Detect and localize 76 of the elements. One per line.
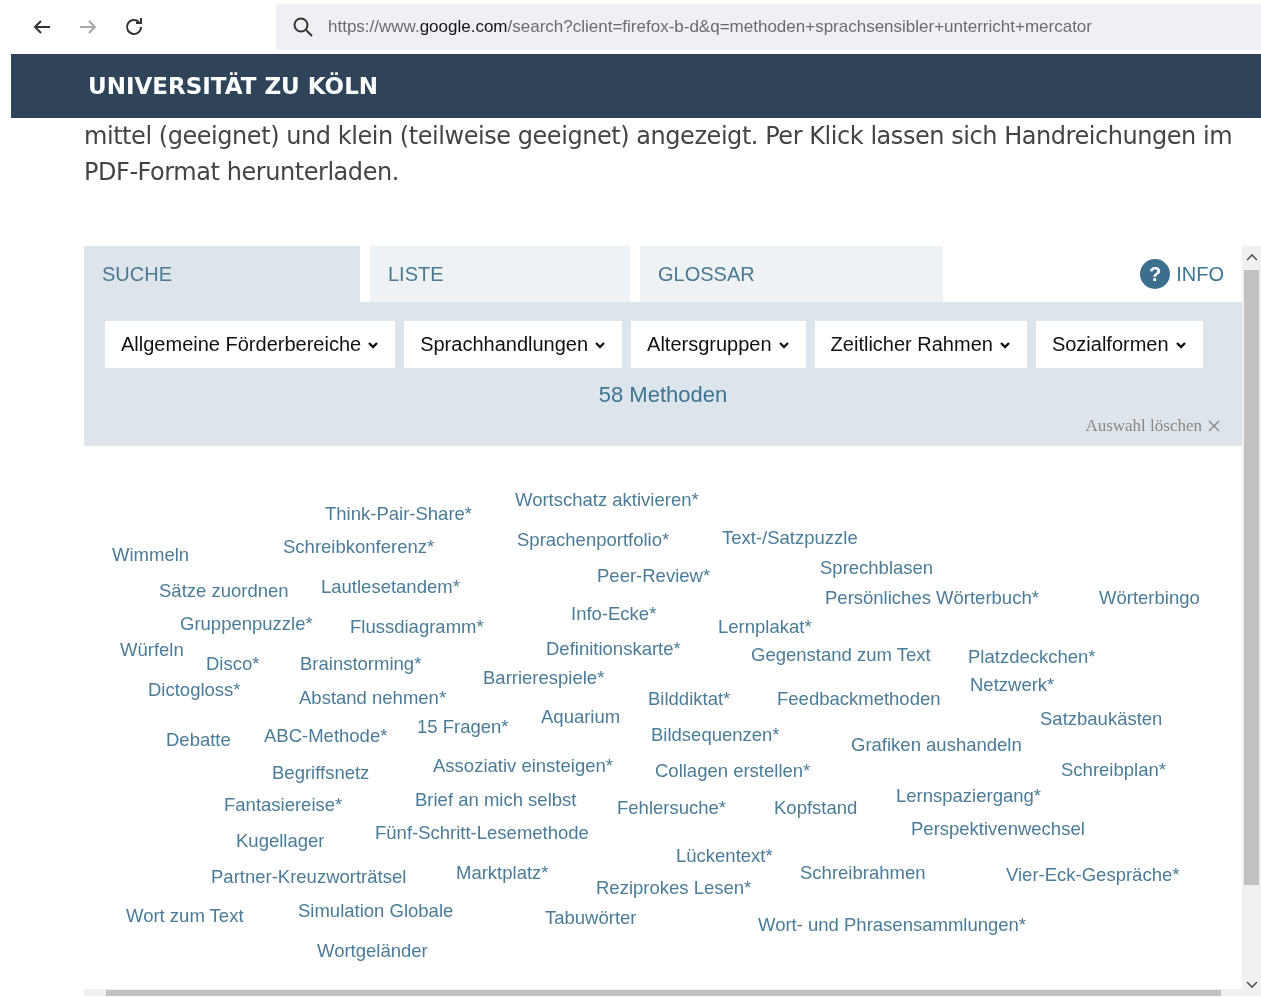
method-link[interactable]: Persönliches Wörterbuch* <box>825 587 1039 609</box>
method-link[interactable]: Disco* <box>206 653 260 675</box>
tab[interactable]: SUCHE <box>84 246 360 302</box>
method-link[interactable]: Wort zum Text <box>126 905 244 927</box>
method-link[interactable]: Barrierespiele* <box>483 667 605 689</box>
method-link[interactable]: Lernspaziergang* <box>896 785 1042 807</box>
method-link[interactable]: Grafiken aushandeln <box>851 734 1022 756</box>
method-link[interactable]: Flussdiagramm* <box>350 616 484 638</box>
result-count: 58 Methoden <box>598 382 728 408</box>
method-link[interactable]: Lautlesetandem* <box>321 576 460 598</box>
method-link[interactable]: Marktplatz* <box>456 862 549 884</box>
method-link[interactable]: Wort- und Phrasensammlungen* <box>758 914 1027 936</box>
method-link[interactable]: 15 Fragen* <box>417 716 509 738</box>
method-link[interactable]: Fehlersuche* <box>617 797 726 819</box>
method-link[interactable]: Schreibplan* <box>1061 759 1166 781</box>
method-link[interactable]: Kopfstand <box>774 797 858 819</box>
method-link[interactable]: Dictogloss* <box>148 679 241 701</box>
method-link[interactable]: Schreibrahmen <box>800 862 926 884</box>
filter-dropdown[interactable]: Altersgruppen <box>631 321 806 368</box>
scroll-up-icon[interactable] <box>1245 252 1258 262</box>
method-link[interactable]: Think-Pair-Share* <box>325 503 473 525</box>
method-link[interactable]: Bildsequenzen* <box>651 724 780 746</box>
filter-dropdown[interactable]: Zeitlicher Rahmen <box>814 321 1027 368</box>
method-link[interactable]: Wortgeländer <box>317 940 428 962</box>
filter-dropdown[interactable]: Allgemeine Förderbereiche <box>105 321 396 368</box>
method-link[interactable]: Sprechblasen <box>820 557 934 579</box>
method-link[interactable]: Bilddiktat* <box>648 688 731 710</box>
close-icon <box>1207 419 1221 433</box>
method-link[interactable]: Debatte <box>166 729 231 751</box>
method-link[interactable]: Fünf-Schritt-Lesemethode <box>375 822 589 844</box>
intro-paragraph: mittel (geeignet) und klein (teilweise geeignet) angezeigt. Per Klick lassen sich Handreichungen im PDF-Format herunterladen. <box>84 121 1234 188</box>
method-link[interactable]: Schreibkonferenz* <box>283 536 435 558</box>
method-link[interactable]: Perspektivenwechsel <box>911 818 1085 840</box>
method-link[interactable]: Gruppenpuzzle* <box>180 613 313 635</box>
filter-dropdown[interactable]: Sozialformen <box>1035 321 1203 368</box>
method-link[interactable]: Netzwerk* <box>970 674 1055 696</box>
method-link[interactable]: Partner-Kreuzworträtsel <box>211 866 407 888</box>
method-link[interactable]: Wimmeln <box>112 544 190 566</box>
method-link[interactable]: Platzdeckchen* <box>968 646 1096 668</box>
method-link[interactable]: Wortschatz aktivieren* <box>515 489 699 511</box>
method-link[interactable]: Gegenstand zum Text <box>751 644 931 666</box>
filter-dropdown[interactable]: Sprachhandlungen <box>404 321 623 368</box>
search-icon <box>292 16 314 38</box>
method-link[interactable]: Tabuwörter <box>545 907 637 929</box>
clear-selection-link[interactable]: Auswahl löschen <box>1085 416 1221 436</box>
tab[interactable]: LISTE <box>370 246 630 302</box>
tab[interactable]: GLOSSAR <box>640 246 943 302</box>
method-link[interactable]: Begriffsnetz <box>272 762 370 784</box>
method-link[interactable]: Vier-Eck-Gespräche* <box>1006 864 1180 886</box>
method-link[interactable]: Lernplakat* <box>718 616 812 638</box>
method-link[interactable]: Brief an mich selbst <box>415 789 577 811</box>
method-link[interactable]: Brainstorming* <box>300 653 422 675</box>
method-link[interactable]: Collagen erstellen* <box>655 760 811 782</box>
method-link[interactable]: Würfeln <box>120 639 184 661</box>
method-link[interactable]: Definitionskarte* <box>546 638 681 660</box>
method-link[interactable]: Aquarium <box>541 706 621 728</box>
info-button[interactable]: ? INFO <box>1140 259 1224 289</box>
method-link[interactable]: Simulation Globale <box>298 900 454 922</box>
method-link[interactable]: ABC-Methode* <box>264 725 388 747</box>
help-icon: ? <box>1140 259 1171 289</box>
method-link[interactable]: Reziprokes Lesen* <box>596 877 752 899</box>
scroll-down-icon[interactable] <box>1245 980 1258 990</box>
method-link[interactable]: Satzbaukästen <box>1040 708 1163 730</box>
method-link[interactable]: Kugellager <box>236 830 325 852</box>
method-link[interactable]: Fantasiereise* <box>224 794 343 816</box>
method-link[interactable]: Feedbackmethoden <box>777 688 941 710</box>
method-link[interactable]: Abstand nehmen* <box>299 687 447 709</box>
method-link[interactable]: Wörterbingo <box>1099 587 1200 609</box>
university-title[interactable]: UNIVERSITÄT ZU KÖLN <box>88 73 379 99</box>
method-link[interactable]: Lückentext* <box>676 845 773 867</box>
method-link[interactable]: Sprachenportfolio* <box>517 529 670 551</box>
method-link[interactable]: Peer-Review* <box>597 565 711 587</box>
method-link[interactable]: Text-/Satzpuzzle <box>722 527 858 549</box>
method-link[interactable]: Assoziativ einsteigen* <box>433 755 613 777</box>
method-link[interactable]: Info-Ecke* <box>571 603 657 625</box>
method-link[interactable]: Sätze zuordnen <box>159 580 289 602</box>
